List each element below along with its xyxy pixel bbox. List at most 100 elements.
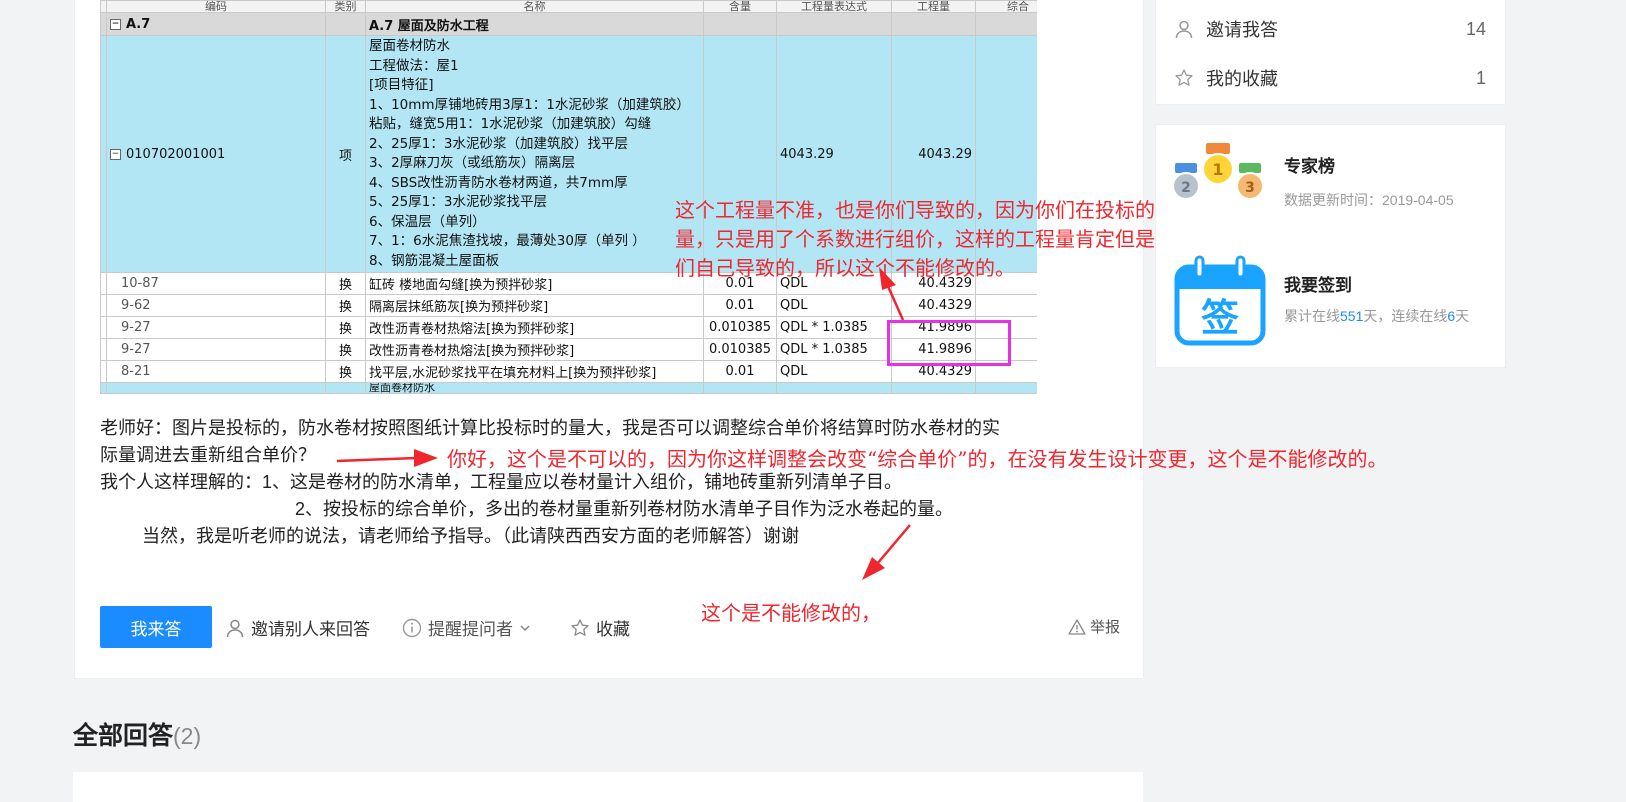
sidebar-item-favorites[interactable]: 我的收藏 1 xyxy=(1174,63,1486,93)
section-name: A.7 屋面及防水工程 xyxy=(365,12,704,36)
row-type: 换 xyxy=(325,272,366,295)
row-content: 0.010385 xyxy=(703,338,777,361)
table-header-row: 编码 类别 名称 含量 工程量表达式 工程量 综合 xyxy=(100,0,1037,13)
row-code: 10-87 xyxy=(106,272,326,295)
answer-card xyxy=(73,772,1143,802)
star-icon xyxy=(1175,69,1193,86)
row-code: 8-21 xyxy=(106,360,326,383)
answer-button[interactable]: 我来答 xyxy=(100,606,212,648)
star-icon xyxy=(571,618,589,636)
question-actions: 我来答 邀请别人来回答 提醒提问者 收藏 举报 xyxy=(100,606,1120,648)
desc-line: 3、2厚麻刀灰（或纸筋灰）隔离层 xyxy=(369,155,576,171)
row-code: 9-27 xyxy=(106,316,326,339)
row-content: 0.01 xyxy=(703,360,777,383)
desc-line: 6、保温层（单列） xyxy=(369,213,486,230)
row-name: 改性沥青卷材热熔法[换为预拌砂浆] xyxy=(365,338,704,361)
collapse-icon[interactable]: − xyxy=(110,148,121,160)
row-name: 缸砖 楼地面勾缝[换为预拌砂浆] xyxy=(365,272,704,295)
sidebar-user-panel: 邀请我答 14 我的收藏 1 xyxy=(1155,0,1506,105)
invite-label: 邀请别人来回答 xyxy=(251,620,370,639)
header-qty: 工程量 xyxy=(891,0,976,13)
medal-icon[interactable]: 2 1 3 xyxy=(1173,141,1265,203)
signin-total-days: 551 xyxy=(1340,308,1364,324)
svg-text:3: 3 xyxy=(1245,180,1255,196)
row-expr: QDL * 1.0385 xyxy=(776,338,892,361)
expert-rank-date: 数据更新时间：2019-04-05 xyxy=(1284,192,1454,208)
question-line: 当然，我是听老师的说法，请老师给予指导。（此请陕西西安方面的老师解答）谢谢 xyxy=(142,526,799,546)
row-content: 0.01 xyxy=(703,294,777,317)
signin-title[interactable]: 我要签到 xyxy=(1284,271,1352,296)
svg-text:2: 2 xyxy=(1181,180,1191,196)
question-line: 2、按投标的综合单价，多出的卷材量重新列卷材防水清单子目作为泛水卷起的量。 xyxy=(295,499,954,519)
desc-line: 1、10mm厚铺地砖用3厚1：1水泥砂浆（加建筑胶） xyxy=(369,96,690,113)
user-icon xyxy=(226,619,244,637)
desc-line: 工程做法：屋1 xyxy=(369,57,459,74)
question-text: 老师好：图片是投标的，防水卷材按照图纸计算比投标时的量大，我是否可以调整综合单价… xyxy=(100,415,1000,550)
row-type: 换 xyxy=(325,338,366,361)
calendar-icon[interactable]: 签 xyxy=(1174,255,1266,347)
favorite-button[interactable]: 收藏 xyxy=(570,615,630,640)
row-name: 改性沥青卷材热熔法[换为预拌砂浆] xyxy=(365,316,704,339)
desc-line: 8、钢筋混凝土屋面板 xyxy=(369,252,500,269)
desc-line: 2、25厚1：3水泥砂浆（加建筑胶）找平层 xyxy=(369,135,628,152)
header-type: 类别 xyxy=(325,0,366,13)
signin-streak-days: 6 xyxy=(1447,308,1456,324)
chevron-down-icon xyxy=(520,624,530,631)
answers-title: 全部回答 xyxy=(73,722,174,750)
sidebar-item-label: 我的收藏 xyxy=(1206,69,1278,89)
table-row: 9-62 换 隔离层抹纸筋灰[换为预拌砂浆] 0.01 QDL 40.4329 … xyxy=(100,294,1037,317)
info-icon xyxy=(402,618,422,637)
highlight-box xyxy=(887,320,1011,366)
annotation-reply: 你好，这个是不可以的，因为你这样调整会改变“综合单价”的，在没有发生设计变更，这… xyxy=(447,447,1388,471)
remind-button[interactable]: 提醒提问者 xyxy=(402,615,531,640)
section-code: A.7 xyxy=(126,16,151,32)
section-row: − A.7 A.7 屋面及防水工程 xyxy=(100,12,1037,36)
sidebar-item-invites[interactable]: 邀请我答 14 xyxy=(1174,14,1486,44)
row-name: 找平层,水泥砂浆找平在填充材料上[换为预拌砂浆] xyxy=(365,360,704,383)
row-content: 0.010385 xyxy=(703,316,777,339)
user-icon xyxy=(1175,20,1193,39)
answers-count: (2) xyxy=(173,723,202,749)
sidebar-item-count: 1 xyxy=(1475,67,1486,88)
svg-text:1: 1 xyxy=(1212,160,1223,179)
sidebar-item-count: 14 xyxy=(1465,18,1486,39)
expert-rank-title[interactable]: 专家榜 xyxy=(1284,152,1335,177)
invite-button[interactable]: 邀请别人来回答 xyxy=(225,615,370,640)
sidebar-widgets: 2 1 3 专家榜 数据更新时间：2019-04-05 签 我要签到 累计在线5… xyxy=(1155,124,1506,368)
report-label: 举报 xyxy=(1089,619,1120,636)
row-code: 9-27 xyxy=(106,338,326,361)
remind-label: 提醒提问者 xyxy=(428,620,513,639)
row-expr: QDL xyxy=(776,360,892,383)
desc-line: 粘贴，缝宽5用1：1水泥砂浆（加建筑胶）勾缝 xyxy=(369,116,652,132)
row-type: 换 xyxy=(325,294,366,317)
row-expr: QDL xyxy=(776,294,892,317)
desc-line: 5、25厚1：3水泥砂浆找平层 xyxy=(369,194,547,210)
item-code: 010702001001 xyxy=(126,146,226,162)
row-type: 换 xyxy=(325,316,366,339)
question-line: 老师好：图片是投标的，防水卷材按照图纸计算比投标时的量大，我是否可以调整综合单价… xyxy=(100,418,1000,438)
table-row: 屋面卷材防水 xyxy=(100,382,1037,394)
header-extra: 综合 xyxy=(975,0,1037,13)
row-name: 屋面卷材防水 xyxy=(365,382,704,394)
signin-stats: 累计在线551天，连续在线6天 xyxy=(1284,308,1470,324)
header-name: 名称 xyxy=(365,0,704,13)
header-content: 含量 xyxy=(703,0,777,13)
row-code: 9-62 xyxy=(106,294,326,317)
collapse-icon[interactable]: − xyxy=(110,18,121,30)
desc-line: 4、SBS改性沥青防水卷材两道，共7mm厚 xyxy=(369,174,628,191)
row-extra: 3 xyxy=(975,294,1037,317)
desc-line: 屋面卷材防水 xyxy=(369,38,450,54)
answers-heading: 全部回答(2) xyxy=(73,716,201,752)
row-type: 换 xyxy=(325,360,366,383)
question-line: 我个人这样理解的：1、这是卷材的防水清单，工程量应以卷材量计入组价，铺地砖重新列… xyxy=(100,472,903,492)
row-name: 隔离层抹纸筋灰[换为预拌砂浆] xyxy=(365,294,704,317)
row-qty: 40.4329 xyxy=(891,294,976,317)
header-expr: 工程量表达式 xyxy=(776,0,892,13)
item-type: 项 xyxy=(325,35,366,273)
favorite-label: 收藏 xyxy=(596,620,630,639)
header-code: 编码 xyxy=(106,0,326,13)
desc-line: 7、1：6水泥焦渣找坡，最薄处30厚（单列 ） xyxy=(369,233,646,249)
report-button[interactable]: 举报 xyxy=(1068,616,1120,637)
sidebar-item-label: 邀请我答 xyxy=(1206,20,1278,40)
svg-text:签: 签 xyxy=(1201,296,1239,340)
